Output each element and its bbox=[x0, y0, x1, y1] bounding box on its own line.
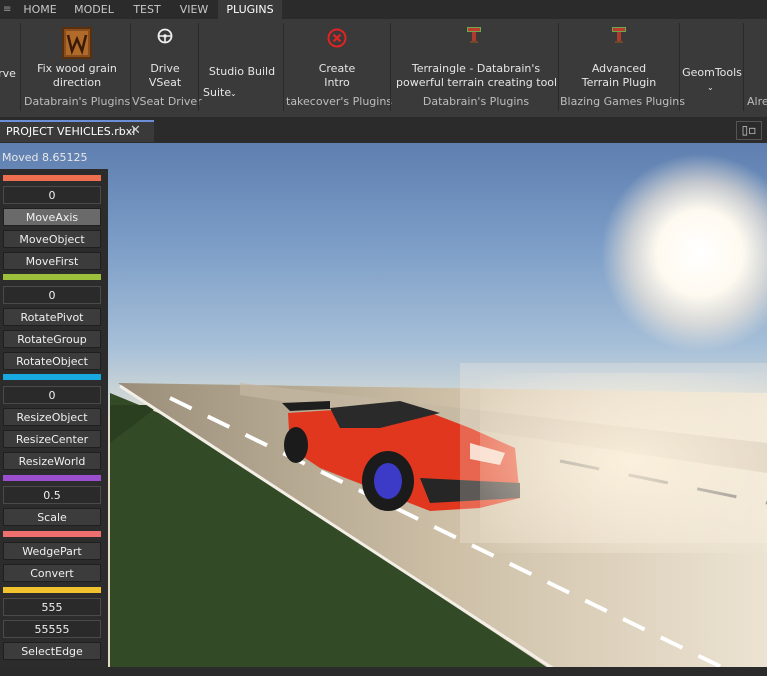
move-status-text: Moved 8.65125 bbox=[2, 151, 88, 164]
move-section-stripe bbox=[3, 175, 101, 181]
rotate-object-button[interactable]: RotateObject bbox=[3, 352, 101, 370]
resize-world-button[interactable]: ResizeWorld bbox=[3, 452, 101, 470]
group-label-databrains-plugins: Databrain's Plugins bbox=[24, 95, 131, 108]
wood-crate-icon bbox=[62, 27, 92, 59]
ribbon-divider bbox=[390, 23, 391, 111]
resize-object-button[interactable]: ResizeObject bbox=[3, 408, 101, 426]
resize-value-field[interactable]: 0 bbox=[3, 386, 101, 404]
group-label-blazing-games-plugins: Blazing Games Plugins bbox=[560, 95, 686, 108]
geomtools-label: GeomTools bbox=[682, 66, 742, 79]
scale-section-stripe bbox=[3, 475, 101, 481]
terrain-tree-icon bbox=[612, 27, 626, 43]
rotate-value-field[interactable]: 0 bbox=[3, 286, 101, 304]
terraingle-line1: Terraingle - Databrain's bbox=[411, 62, 541, 75]
document-tab-bar: PROJECT VEHICLES.rbxl ✕ bbox=[0, 118, 767, 142]
ribbon-divider bbox=[198, 23, 199, 111]
move-object-button[interactable]: MoveObject bbox=[3, 230, 101, 248]
document-tab[interactable]: PROJECT VEHICLES.rbxl ✕ bbox=[0, 120, 154, 142]
tool-panel: 0 MoveAxis MoveObject MoveFirst 0 Rotate… bbox=[0, 169, 108, 667]
menu-bar: ≡ HOME MODEL TEST VIEW PLUGINS bbox=[0, 0, 767, 19]
terraingle-line2: powerful terrain creating tool bbox=[396, 76, 558, 89]
wedge-part-button[interactable]: WedgePart bbox=[3, 542, 101, 560]
tab-model[interactable]: MODEL bbox=[66, 0, 122, 19]
status-bar bbox=[0, 667, 767, 676]
wedge-section-stripe bbox=[3, 531, 101, 537]
sun-haze bbox=[480, 373, 767, 553]
document-tab-label: PROJECT VEHICLES.rbxl bbox=[6, 125, 136, 138]
create-intro-line1: Create bbox=[318, 62, 356, 75]
red-x-circle-icon bbox=[327, 28, 347, 48]
tab-test[interactable]: TEST bbox=[124, 0, 170, 19]
drive-vseat-line2: VSeat bbox=[148, 76, 182, 89]
scale-button[interactable]: Scale bbox=[3, 508, 101, 526]
chevron-down-icon: ⌄ bbox=[230, 89, 237, 98]
advanced-terrain-line2: Terrain Plugin bbox=[581, 76, 657, 89]
device-emulator-icon[interactable]: ▯▫ bbox=[736, 121, 762, 140]
suite-label: Suite bbox=[203, 86, 232, 99]
edge-value-field-2[interactable]: 55555 bbox=[3, 620, 101, 638]
ribbon-divider bbox=[283, 23, 284, 111]
rotate-pivot-button[interactable]: RotatePivot bbox=[3, 308, 101, 326]
ribbon-divider bbox=[20, 23, 21, 111]
close-icon[interactable]: ✕ bbox=[130, 123, 141, 138]
rotate-group-button[interactable]: RotateGroup bbox=[3, 330, 101, 348]
edge-section-stripe bbox=[3, 587, 101, 593]
ribbon-divider bbox=[679, 23, 680, 111]
cut-off-group-label: Alre bbox=[747, 95, 767, 108]
move-axis-button[interactable]: MoveAxis bbox=[3, 208, 101, 226]
3d-viewport[interactable]: Moved 8.65125 bbox=[0, 143, 767, 676]
resize-section-stripe bbox=[3, 374, 101, 380]
tab-view[interactable]: VIEW bbox=[172, 0, 216, 19]
tab-home[interactable]: HOME bbox=[16, 0, 64, 19]
steering-wheel-icon bbox=[157, 28, 173, 44]
chevron-down-icon: ⌄ bbox=[707, 83, 714, 92]
select-edge-button[interactable]: SelectEdge bbox=[3, 642, 101, 660]
fix-wood-grain-line1: Fix wood grain bbox=[37, 62, 117, 75]
ribbon-divider bbox=[130, 23, 131, 111]
tab-plugins[interactable]: PLUGINS bbox=[218, 0, 282, 19]
resize-center-button[interactable]: ResizeCenter bbox=[3, 430, 101, 448]
create-intro-line2: Intro bbox=[324, 76, 350, 89]
advanced-terrain-line1: Advanced bbox=[591, 62, 647, 75]
fix-wood-grain-line2: direction bbox=[52, 76, 102, 89]
studio-build-label[interactable]: Studio Build bbox=[202, 65, 282, 79]
convert-button[interactable]: Convert bbox=[3, 564, 101, 582]
cut-off-button-label[interactable]: rve bbox=[0, 67, 16, 81]
drive-vseat-line1: Drive bbox=[150, 62, 180, 75]
scale-value-field[interactable]: 0.5 bbox=[3, 486, 101, 504]
rotate-section-stripe bbox=[3, 274, 101, 280]
ribbon-divider bbox=[558, 23, 559, 111]
edge-value-field-1[interactable]: 555 bbox=[3, 598, 101, 616]
terraingle-tree-icon bbox=[467, 27, 481, 43]
group-label-databrains-plugins-2: Databrain's Plugins bbox=[422, 95, 530, 108]
ribbon-divider bbox=[743, 23, 744, 111]
move-first-button[interactable]: MoveFirst bbox=[3, 252, 101, 270]
group-label-vseat-driver: VSeat Driver bbox=[132, 95, 202, 108]
plugins-ribbon: rve Fix wood grain direction Databrain's… bbox=[0, 19, 767, 118]
move-value-field[interactable]: 0 bbox=[3, 186, 101, 204]
group-label-takecover-plugins: takecover's Plugins bbox=[286, 95, 393, 108]
menu-grip-icon[interactable]: ≡ bbox=[3, 0, 11, 19]
